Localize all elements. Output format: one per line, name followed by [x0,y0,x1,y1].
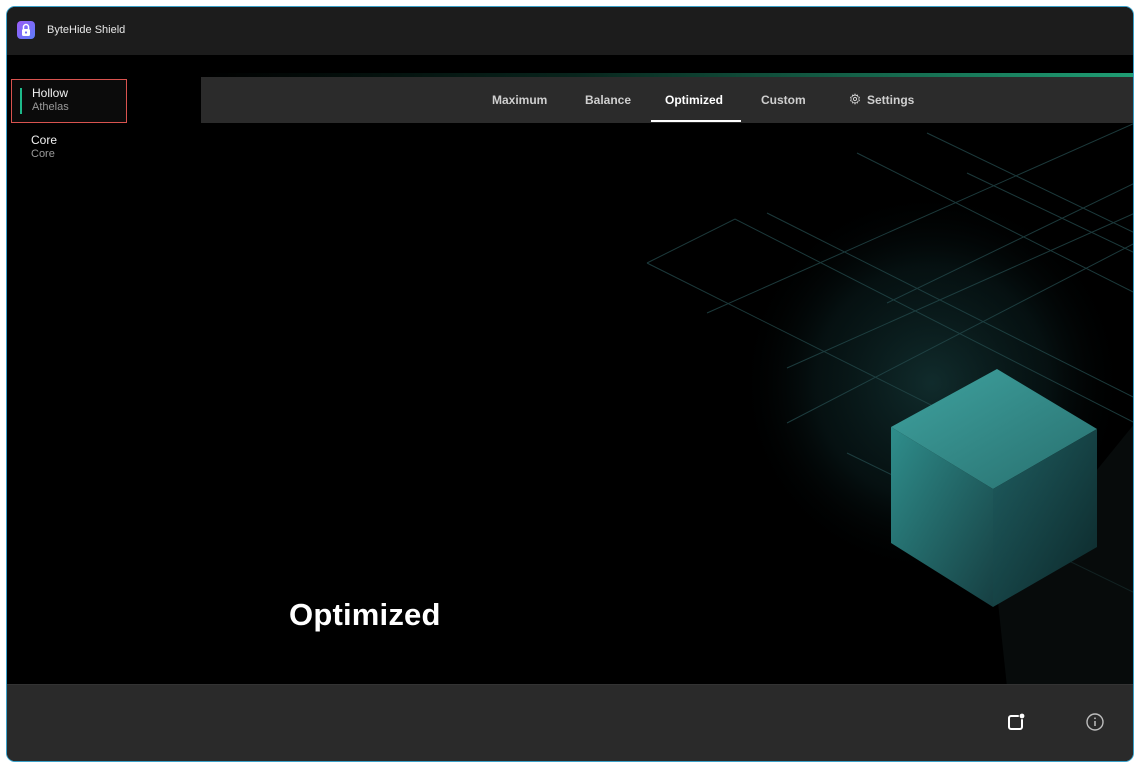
app-title: ByteHide Shield [47,24,126,36]
selection-indicator [20,88,22,114]
hero-title: Optimized [289,597,441,632]
app-window: ByteHide Shield Hollow Athelas Core Core… [6,6,1134,762]
notification-icon [1008,713,1025,730]
notification-button[interactable] [1005,711,1027,733]
sidebar-item-hollow[interactable]: Hollow Athelas [11,79,127,123]
footer-bar [7,684,1133,761]
info-icon [1086,713,1104,731]
cube-illustration [646,123,1133,687]
tab-settings-label: Settings [867,93,915,107]
active-tab-underline [651,120,741,122]
tab-maximum[interactable]: Maximum [492,93,547,107]
tab-balance[interactable]: Balance [585,93,631,107]
title-bar: ByteHide Shield [7,7,1133,55]
sidebar-item-title: Hollow [32,86,69,100]
preset-tabs: Maximum Balance Optimized Custom Setting… [201,77,1133,123]
app-logo-icon [17,21,35,39]
info-button[interactable] [1084,711,1106,733]
gear-icon [849,93,861,105]
tab-custom[interactable]: Custom [761,93,806,107]
hero-banner: Optimized [7,123,1133,687]
tab-optimized[interactable]: Optimized [665,93,723,107]
sidebar-item-subtitle: Athelas [32,101,69,113]
tab-settings[interactable]: Settings [849,93,914,107]
